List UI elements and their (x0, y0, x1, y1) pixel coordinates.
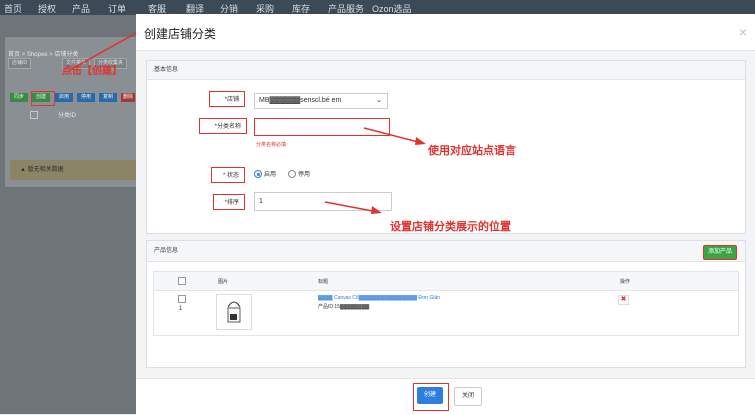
language-annotation: 使用对应站点语言 (428, 145, 516, 157)
annotation-arrows (324, 127, 426, 214)
position-annotation: 设置店铺分类展示的位置 (390, 221, 511, 233)
